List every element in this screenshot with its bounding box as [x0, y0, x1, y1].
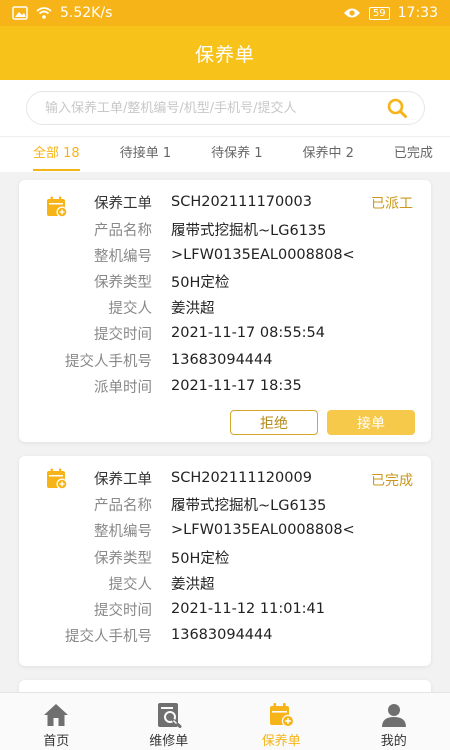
nav-label: 维修单 — [149, 734, 189, 749]
field-label: 提交人手机号 — [65, 353, 152, 370]
page-title: 保养单 — [194, 43, 255, 66]
tab-completed[interactable]: 已完成 — [394, 137, 433, 172]
field-label: 提交人手机号 — [65, 628, 152, 645]
maintenance-order-icon — [270, 703, 295, 728]
field-submit-time: 提交时间 2021-11-12 11:01:41 — [19, 596, 431, 622]
field-maintenance-type: 保养类型 50H定检 — [19, 544, 431, 570]
repair-order-icon — [157, 703, 182, 728]
search-icon[interactable] — [386, 97, 408, 119]
field-value: >LFW0135EAL0008808< — [171, 247, 355, 263]
nav-label: 保养单 — [261, 734, 301, 749]
field-label: 保养工单 — [94, 471, 152, 488]
field-submitter-phone: 提交人手机号 13683094444 — [19, 347, 431, 373]
nav-profile[interactable]: 我的 — [338, 693, 450, 750]
field-value: 2021-11-17 08:55:54 — [171, 325, 325, 341]
field-value: 50H定检 — [171, 274, 230, 291]
field-submitter: 提交人 姜洪超 — [19, 570, 431, 596]
notification-image-icon — [12, 6, 28, 20]
accept-button[interactable]: 接单 — [327, 410, 415, 435]
field-value: SCH202111170003 — [171, 194, 312, 210]
reject-button[interactable]: 拒绝 — [230, 410, 318, 435]
nav-label: 我的 — [380, 734, 407, 749]
wifi-icon — [36, 7, 52, 19]
network-speed: 5.52K/s — [60, 5, 113, 21]
field-machine-no: 整机编号 >LFW0135EAL0008808< — [19, 242, 431, 268]
field-label: 提交人 — [108, 576, 153, 593]
field-label: 整机编号 — [94, 248, 152, 265]
home-icon — [44, 704, 69, 726]
filter-tabs: 全部 18 待接单 1 待保养 1 保养中 2 已完成 — [0, 136, 450, 172]
nav-home[interactable]: 首页 — [0, 693, 113, 750]
order-list: 已派工 保养工单 SCH202111170003 产品名称 履带式挖掘机~LG613… — [0, 172, 450, 692]
field-dispatch-time: 派单时间 2021-11-17 18:35 — [19, 373, 431, 399]
field-submit-time: 提交时间 2021-11-17 08:55:54 — [19, 320, 431, 346]
field-label: 提交时间 — [94, 602, 152, 619]
field-submitter-phone: 提交人手机号 13683094444 — [19, 622, 431, 648]
field-value: 13683094444 — [171, 627, 273, 643]
field-maintenance-type: 保养类型 50H定检 — [19, 268, 431, 294]
field-value: 姜洪超 — [171, 300, 215, 317]
field-label: 提交人 — [108, 300, 153, 317]
field-value: 50H定检 — [171, 550, 230, 567]
field-label: 保养工单 — [94, 195, 152, 212]
field-label: 保养类型 — [94, 550, 152, 567]
clock: 17:33 — [397, 5, 438, 21]
field-value: 履带式挖掘机~LG6135 — [171, 222, 327, 239]
nav-repair-order[interactable]: 维修单 — [113, 693, 226, 750]
field-value: SCH202111120009 — [171, 470, 312, 486]
field-value: 2021-11-12 11:01:41 — [171, 601, 325, 617]
status-bar: 5.52K/s 59 17:33 — [0, 0, 450, 26]
eye-icon — [343, 8, 360, 18]
field-label: 保养类型 — [94, 274, 152, 291]
tab-pending-maintenance[interactable]: 待保养 1 — [211, 137, 262, 172]
battery-level: 59 — [368, 6, 390, 20]
tab-pending-accept[interactable]: 待接单 1 — [120, 137, 171, 172]
search-box[interactable] — [26, 91, 425, 125]
order-card[interactable] — [19, 680, 431, 692]
order-card[interactable]: 已派工 保养工单 SCH202111170003 产品名称 履带式挖掘机~LG613… — [19, 180, 431, 442]
field-value: 13683094444 — [171, 352, 273, 368]
bottom-nav: 首页 维修单 保养单 我的 — [0, 692, 450, 750]
search-area — [0, 80, 450, 136]
field-label: 提交时间 — [94, 326, 152, 343]
field-order-no: 保养工单 SCH202111170003 — [19, 189, 431, 215]
field-label: 整机编号 — [94, 523, 152, 540]
field-label: 产品名称 — [94, 497, 152, 514]
nav-maintenance-order[interactable]: 保养单 — [225, 693, 338, 750]
field-product-name: 产品名称 履带式挖掘机~LG6135 — [19, 491, 431, 517]
tab-all[interactable]: 全部 18 — [33, 137, 80, 172]
tab-in-maintenance[interactable]: 保养中 2 — [303, 137, 354, 172]
field-product-name: 产品名称 履带式挖掘机~LG6135 — [19, 216, 431, 242]
field-value: 履带式挖掘机~LG6135 — [171, 497, 327, 514]
user-icon — [381, 704, 406, 727]
field-label: 派单时间 — [94, 379, 152, 396]
field-machine-no: 整机编号 >LFW0135EAL0008808< — [19, 517, 431, 543]
field-order-no: 保养工单 SCH202111120009 — [19, 465, 431, 491]
field-value: >LFW0135EAL0008808< — [171, 522, 355, 538]
nav-label: 首页 — [43, 734, 70, 749]
field-submitter: 提交人 姜洪超 — [19, 294, 431, 320]
title-bar: 保养单 — [0, 26, 450, 80]
field-label: 产品名称 — [94, 222, 152, 239]
field-value: 姜洪超 — [171, 576, 215, 593]
search-input[interactable] — [45, 100, 386, 116]
field-value: 2021-11-17 18:35 — [171, 378, 302, 394]
order-card[interactable]: 已完成 保养工单 SCH202111120009 产品名称 履带式挖掘机~LG613… — [19, 456, 431, 666]
